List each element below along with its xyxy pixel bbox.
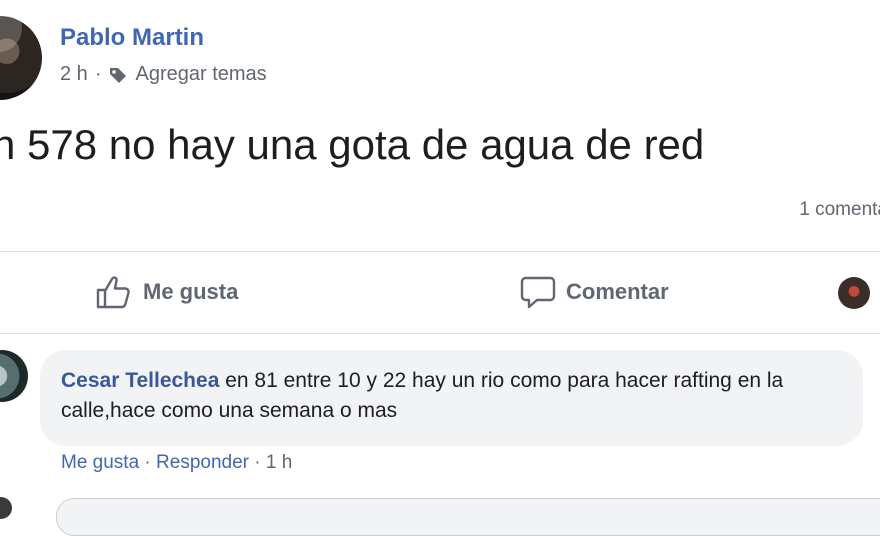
commenter-avatar[interactable] xyxy=(0,350,28,402)
like-label: Me gusta xyxy=(143,279,239,304)
separator: · xyxy=(139,452,157,473)
divider xyxy=(0,333,880,334)
comment-reply-link[interactable]: Responder xyxy=(156,452,249,473)
comment-body: Cesar Tellechea en 81 entre 10 y 22 hay … xyxy=(61,366,841,426)
author-avatar[interactable] xyxy=(0,16,42,100)
comment-actions: Me gusta · Responder · 1 h xyxy=(61,452,292,474)
post-meta: 2 h · Agregar temas xyxy=(60,63,267,86)
post-text: n 578 no hay una gota de agua de red xyxy=(0,121,705,168)
tag-icon xyxy=(110,67,127,83)
comment-author[interactable]: Cesar Tellechea xyxy=(61,369,219,392)
reply-input[interactable] xyxy=(56,498,880,536)
divider xyxy=(0,251,880,252)
comment-button[interactable]: Comentar xyxy=(520,270,669,314)
like-button[interactable]: Me gusta xyxy=(95,270,238,314)
add-tags-link[interactable]: Agregar temas xyxy=(135,63,266,86)
separator: · xyxy=(249,452,266,473)
author-name[interactable]: Pablo Martin xyxy=(60,24,204,52)
comment-bubble-icon xyxy=(520,276,556,309)
reply-avatar xyxy=(0,497,12,519)
comment-like-link[interactable]: Me gusta xyxy=(61,452,139,473)
post-time[interactable]: 2 h xyxy=(60,63,88,86)
comments-count-link[interactable]: 1 comenta xyxy=(799,199,880,221)
meta-separator: · xyxy=(94,63,102,85)
comment-label: Comentar xyxy=(566,279,669,304)
comment-time[interactable]: 1 h xyxy=(266,452,292,473)
viewer-avatar[interactable] xyxy=(838,277,870,309)
thumbs-up-icon xyxy=(96,276,130,309)
